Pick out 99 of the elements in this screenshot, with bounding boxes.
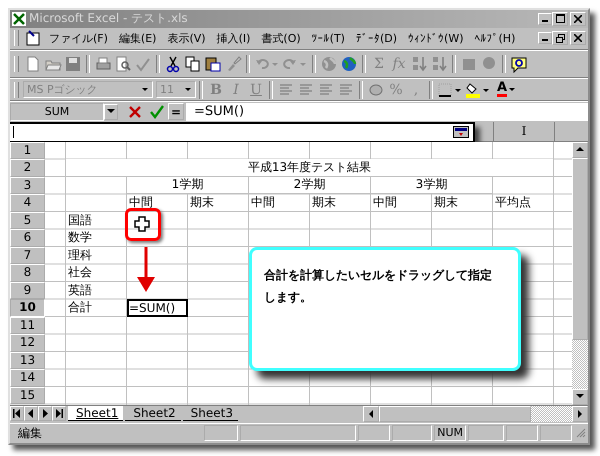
caret-icon <box>509 88 516 92</box>
table-cell[interactable]: 国語 <box>66 212 127 229</box>
minimize-icon <box>542 20 548 22</box>
cancel-icon[interactable] <box>128 104 142 119</box>
font-size: 11 <box>160 83 174 96</box>
highlight-frame <box>125 208 161 240</box>
active-cell[interactable]: =SUM() <box>127 299 188 316</box>
menu-item[interactable]: ﾍﾙﾌﾟ(H) <box>472 32 518 45</box>
status-indicator: NUM <box>434 425 466 442</box>
menu-item[interactable]: 挿入(I) <box>214 30 254 46</box>
row-header[interactable]: 9 <box>10 282 45 299</box>
menu-item[interactable]: ｳｨﾝﾄﾞｳ(W) <box>405 32 466 45</box>
restore-button[interactable] <box>552 31 568 46</box>
close-icon <box>574 14 582 23</box>
row-header[interactable]: 1 <box>10 142 45 159</box>
window-title: Microsoft Excel - テスト.xls <box>29 10 188 28</box>
menu-item[interactable]: 編集(E) <box>116 30 160 46</box>
table-cell[interactable]: 期末 <box>188 194 249 212</box>
scrollbar-thumb[interactable] <box>572 158 588 340</box>
menu-item[interactable]: ファイル(F) <box>46 30 111 46</box>
table-cell[interactable]: 平均点 <box>493 194 554 212</box>
row-header[interactable]: 10 <box>10 299 45 316</box>
down-arrow <box>136 246 156 292</box>
excel-icon <box>12 12 26 26</box>
cross-cursor-icon <box>134 216 150 232</box>
up-arrow-icon <box>576 147 584 152</box>
caret-icon <box>107 109 115 114</box>
minimize-button[interactable] <box>538 12 552 25</box>
close-icon <box>574 34 582 42</box>
font-color-letter: A <box>496 82 508 98</box>
sheet-tab[interactable]: Sheet2 <box>125 406 181 421</box>
collapse-dialog-icon[interactable] <box>453 126 469 138</box>
enter-check-icon[interactable] <box>150 104 164 119</box>
table-cell[interactable]: 数学 <box>66 229 127 246</box>
font-color-button[interactable]: A <box>492 80 520 100</box>
menu-item[interactable]: 表示(V) <box>164 30 209 46</box>
first-sheet-icon[interactable] <box>10 406 24 421</box>
scroll-right-button[interactable] <box>572 406 588 422</box>
row-header[interactable]: 11 <box>10 316 45 334</box>
row-header[interactable]: 13 <box>10 352 45 369</box>
name-box[interactable]: SUM <box>10 102 104 121</box>
function-palette[interactable] <box>10 122 475 142</box>
row-header[interactable]: 7 <box>10 246 45 264</box>
table-cell[interactable]: 英語 <box>66 282 127 299</box>
row-header[interactable]: 4 <box>10 194 45 212</box>
scroll-down-button[interactable] <box>572 388 588 404</box>
formula-input[interactable]: =SUM() <box>186 102 588 121</box>
close-button[interactable] <box>570 12 586 26</box>
resize-grip-icon <box>576 428 586 438</box>
last-sheet-icon[interactable] <box>52 406 66 421</box>
menu-item[interactable]: ﾂｰﾙ(T) <box>308 32 348 45</box>
table-cell[interactable]: 中間 <box>127 194 188 212</box>
maximize-button[interactable] <box>552 12 568 26</box>
row-header[interactable]: 5 <box>10 212 45 229</box>
table-cell[interactable]: 社会 <box>66 264 127 282</box>
workbook-icon <box>25 30 41 46</box>
menu-item[interactable]: ﾃﾞｰﾀ(D) <box>352 32 400 45</box>
table-cell[interactable]: 2学期 <box>249 176 371 194</box>
table-cell[interactable]: 中間 <box>249 194 310 212</box>
row-header[interactable]: 2 <box>10 159 45 176</box>
next-sheet-icon[interactable] <box>38 406 52 421</box>
minimize-icon <box>542 39 548 42</box>
status-mode: 編集 <box>18 424 42 442</box>
previous-sheet-icon[interactable] <box>24 406 38 421</box>
right-arrow-icon <box>578 410 582 418</box>
table-cell[interactable]: 3学期 <box>371 176 493 194</box>
left-arrow-icon <box>368 410 374 418</box>
text-cursor <box>13 126 14 138</box>
table-cell[interactable]: 1学期 <box>127 176 249 194</box>
scroll-up-button[interactable] <box>572 142 588 158</box>
scrollbar-thumb[interactable] <box>379 406 531 422</box>
name-box-dropdown[interactable] <box>104 104 118 120</box>
table-cell[interactable]: 期末 <box>432 194 493 212</box>
maximize-icon <box>556 14 564 24</box>
row-header[interactable]: 14 <box>10 369 45 386</box>
row-header[interactable]: 15 <box>10 386 45 404</box>
down-arrow-icon <box>576 394 584 399</box>
restore-icon <box>556 34 564 43</box>
row-header[interactable]: 12 <box>10 334 45 352</box>
table-cell[interactable]: 中間 <box>371 194 432 212</box>
table-cell[interactable]: 期末 <box>310 194 371 212</box>
callout-text: 合計を計算したいセルをドラッグして指定します。 <box>264 266 493 306</box>
table-cell[interactable]: 合計 <box>66 299 127 316</box>
sheet-tab[interactable]: Sheet1 <box>68 406 124 421</box>
column-header[interactable]: I <box>494 122 555 140</box>
menu-item[interactable]: 書式(O) <box>258 30 304 46</box>
close-button[interactable] <box>570 31 586 46</box>
row-header[interactable]: 3 <box>10 176 45 194</box>
minimize-button[interactable] <box>538 32 552 44</box>
caret-icon <box>185 88 191 92</box>
scroll-left-button[interactable] <box>363 406 379 422</box>
table-cell[interactable]: 理科 <box>66 246 127 264</box>
row-header[interactable]: 8 <box>10 264 45 282</box>
table-cell[interactable]: 平成13年度テスト結果 <box>66 159 554 176</box>
caret-icon <box>142 88 148 92</box>
edit-formula-button[interactable]: = <box>168 103 184 120</box>
row-header[interactable]: 6 <box>10 229 45 246</box>
font-name: MS Pゴシック <box>27 82 98 98</box>
sheet-tab[interactable]: Sheet3 <box>182 406 238 421</box>
